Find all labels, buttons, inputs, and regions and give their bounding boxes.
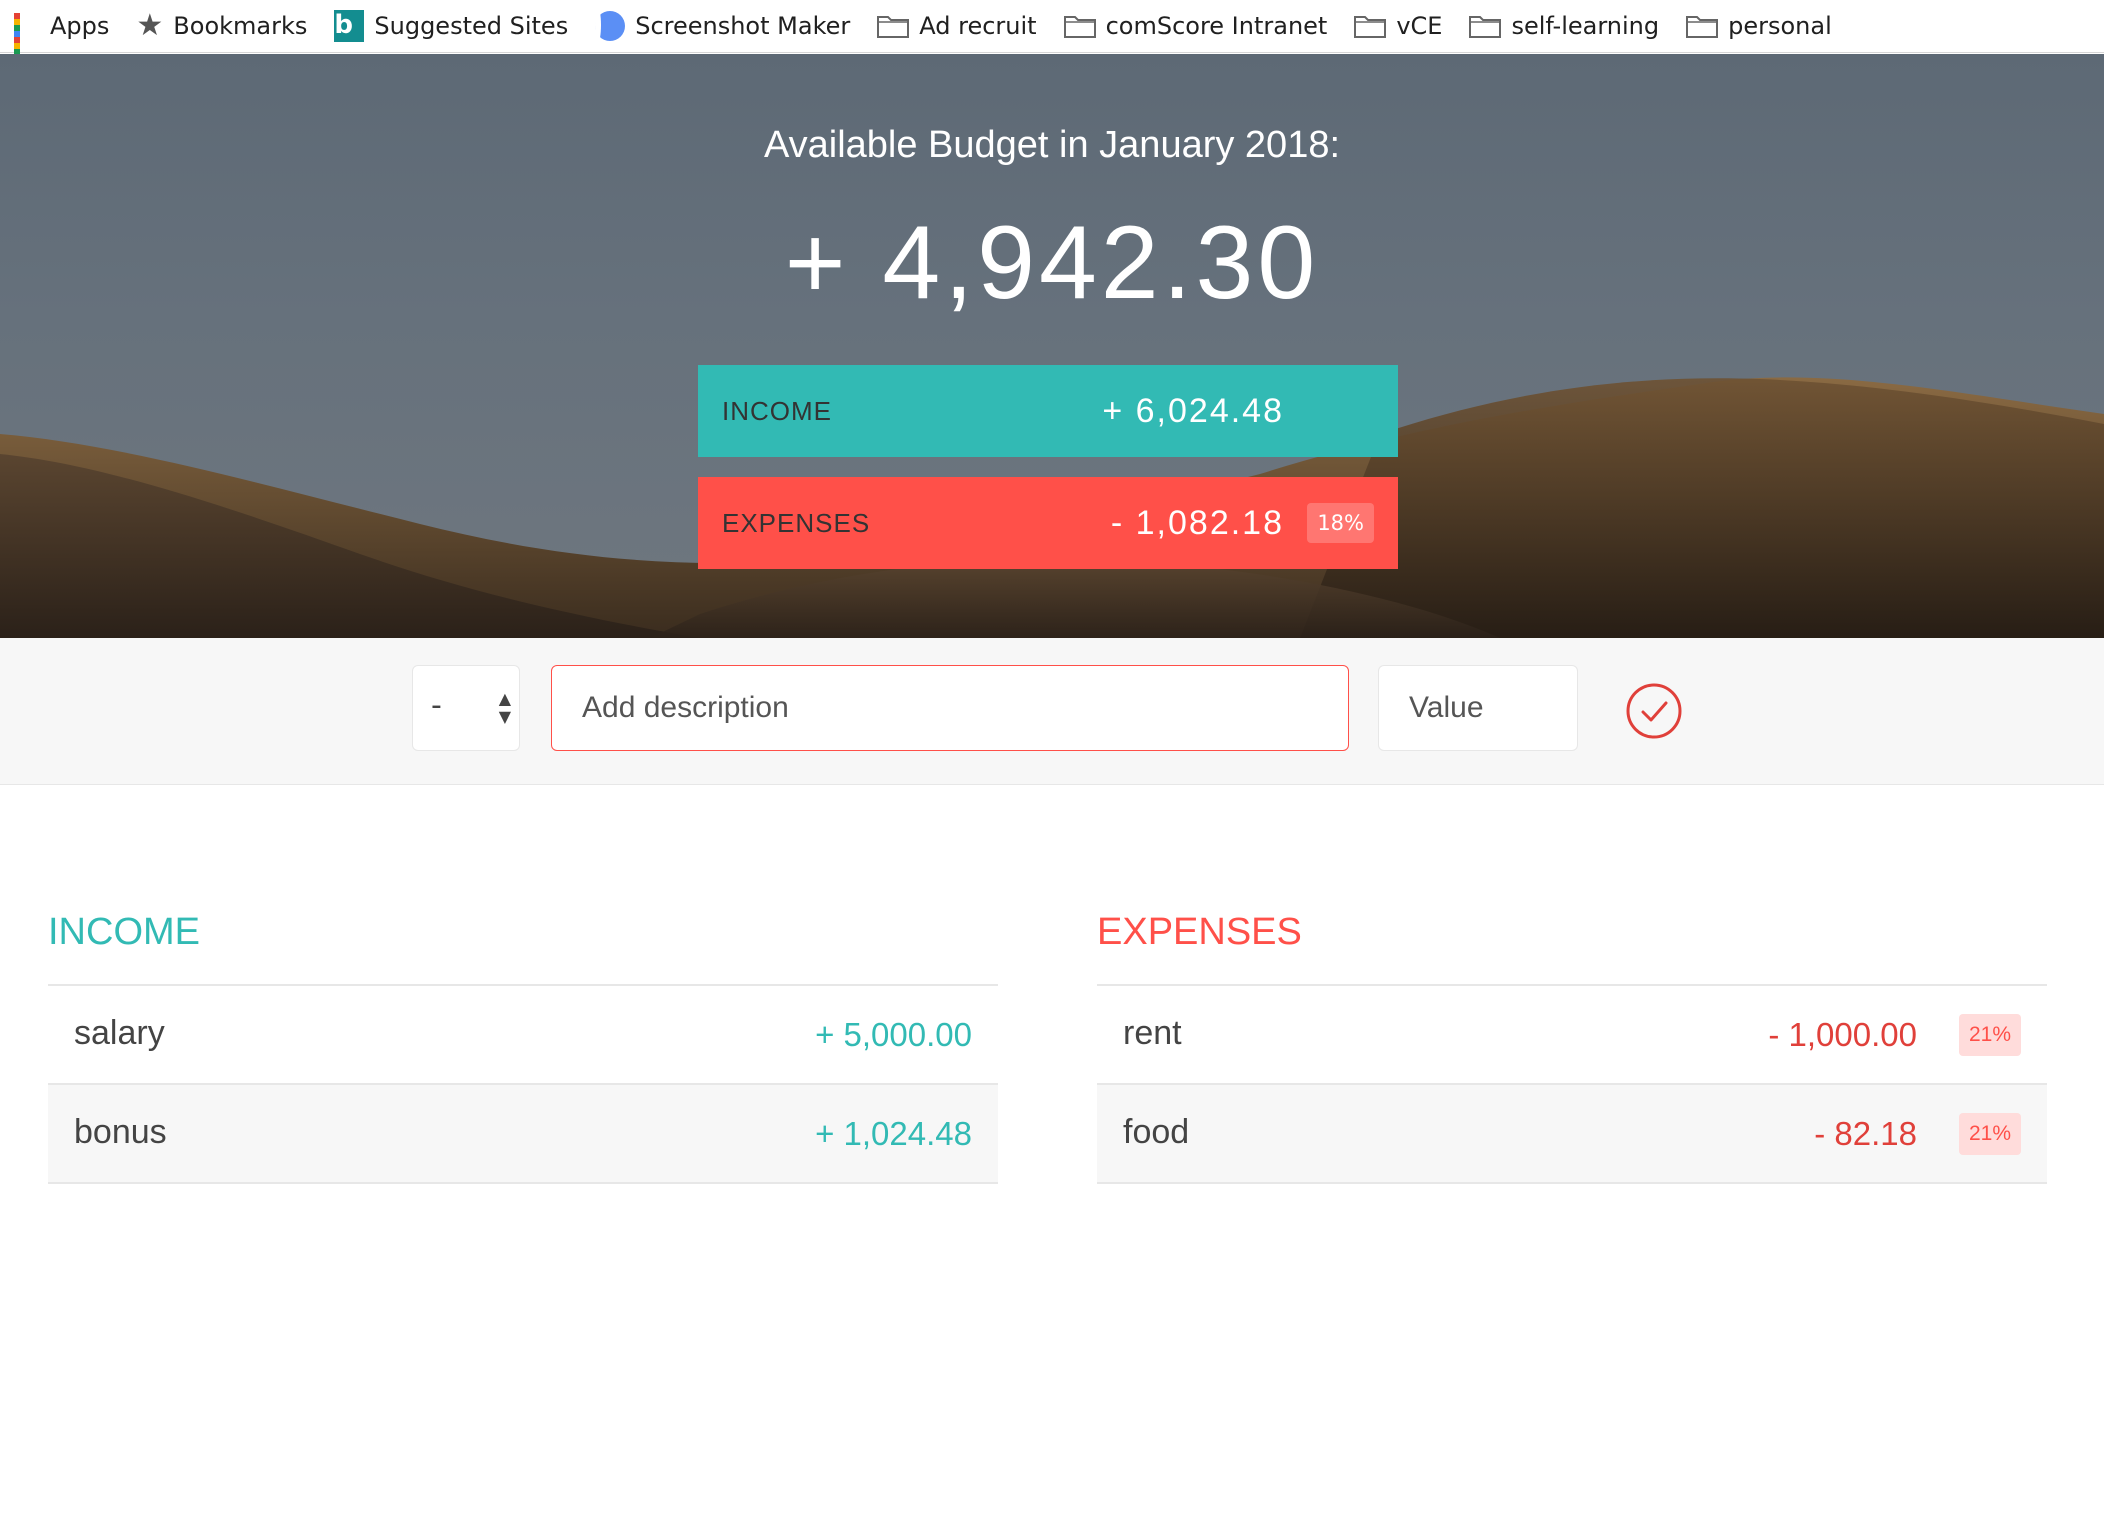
bookmark-label: Bookmarks [173, 12, 308, 40]
add-button[interactable] [1625, 682, 1683, 740]
value-placeholder: Value [1409, 691, 1484, 724]
income-item-description: salary [74, 1014, 165, 1052]
income-summary: INCOME + 6,024.48 [698, 365, 1398, 457]
folder-icon [1354, 14, 1387, 38]
bookmark-bookmarks[interactable]: ★ Bookmarks [136, 11, 307, 41]
expense-item-percentage-badge: 21% [1958, 1014, 2021, 1056]
bing-icon: b [334, 10, 365, 42]
income-summary-label: INCOME [722, 395, 832, 426]
up-down-arrows-icon: ▲ ▼ [498, 689, 511, 726]
bookmark-label: Ad recruit [919, 12, 1037, 40]
bookmark-label: Screenshot Maker [635, 12, 851, 40]
description-placeholder: Add description [582, 691, 789, 724]
expense-item-value: - 1,000.00 [1768, 1016, 1917, 1053]
folder-icon [1686, 14, 1719, 38]
bookmark-ad-recruit[interactable]: Ad recruit [877, 12, 1037, 40]
bookmark-label: personal [1728, 12, 1832, 40]
budget-value: + 4,942.30 [784, 205, 1320, 321]
bookmark-label: Suggested Sites [374, 12, 569, 40]
income-summary-value: + 6,024.48 [1102, 391, 1284, 430]
folder-icon [1063, 14, 1096, 38]
bookmark-personal[interactable]: personal [1686, 12, 1832, 40]
expense-item-value: - 82.18 [1814, 1115, 1917, 1152]
bookmark-suggested-sites[interactable]: b Suggested Sites [334, 10, 568, 42]
add-item-bar: - ▲ ▼ Add description Value [0, 638, 2104, 785]
expense-item[interactable]: rent - 1,000.00 21% [1097, 986, 2047, 1085]
expense-item[interactable]: food - 82.18 21% [1097, 1085, 2047, 1184]
value-input[interactable]: Value [1378, 665, 1578, 751]
bookmarks-bar: Apps ★ Bookmarks b Suggested Sites Scree… [0, 0, 2104, 67]
expenses-percentage-badge: 18% [1307, 503, 1374, 543]
checkmark-circle-icon [1626, 683, 1682, 739]
expenses-list-title: EXPENSES [1097, 880, 2047, 986]
screenshot-maker-icon [595, 8, 626, 42]
description-input[interactable]: Add description [551, 665, 1349, 751]
expense-item-percentage-badge: 21% [1958, 1113, 2021, 1155]
bookmark-label: comScore Intranet [1105, 12, 1328, 40]
apps-grid-icon [14, 13, 40, 67]
income-item-value: + 5,000.00 [815, 1016, 972, 1053]
type-select-value: - [431, 688, 442, 723]
budget-header: Available Budget in January 2018: + 4,94… [0, 54, 2104, 638]
income-item[interactable]: salary + 5,000.00 [48, 986, 998, 1085]
expense-item-description: rent [1123, 1014, 1182, 1052]
bookmark-label: Apps [50, 12, 110, 40]
income-item-value: + 1,024.48 [815, 1115, 972, 1152]
bookmark-vce[interactable]: vCE [1354, 12, 1442, 40]
expenses-summary-label: EXPENSES [722, 507, 871, 538]
star-icon: ★ [136, 8, 164, 43]
bookmark-label: vCE [1396, 12, 1443, 40]
bookmark-label: self-learning [1511, 12, 1660, 40]
folder-icon [1469, 14, 1502, 38]
expenses-summary: EXPENSES - 1,082.18 18% [698, 477, 1398, 569]
bookmark-apps[interactable]: Apps [14, 12, 110, 67]
bookmark-screenshot-maker[interactable]: Screenshot Maker [595, 8, 851, 42]
expenses-list: EXPENSES rent - 1,000.00 21% food - 82.1… [1097, 880, 2047, 1184]
income-item-description: bonus [74, 1113, 167, 1151]
income-list-title: INCOME [48, 880, 998, 986]
expense-item-description: food [1123, 1113, 1190, 1151]
folder-icon [877, 14, 910, 38]
budget-title: Available Budget in January 2018: [763, 124, 1341, 166]
type-select[interactable]: - ▲ ▼ [412, 665, 520, 751]
bookmark-self-learning[interactable]: self-learning [1469, 12, 1659, 40]
income-item[interactable]: bonus + 1,024.48 [48, 1085, 998, 1184]
expenses-summary-value: - 1,082.18 [1110, 503, 1284, 542]
income-list: INCOME salary + 5,000.00 bonus + 1,024.4… [48, 880, 998, 1184]
bookmark-comscore-intranet[interactable]: comScore Intranet [1063, 12, 1328, 40]
